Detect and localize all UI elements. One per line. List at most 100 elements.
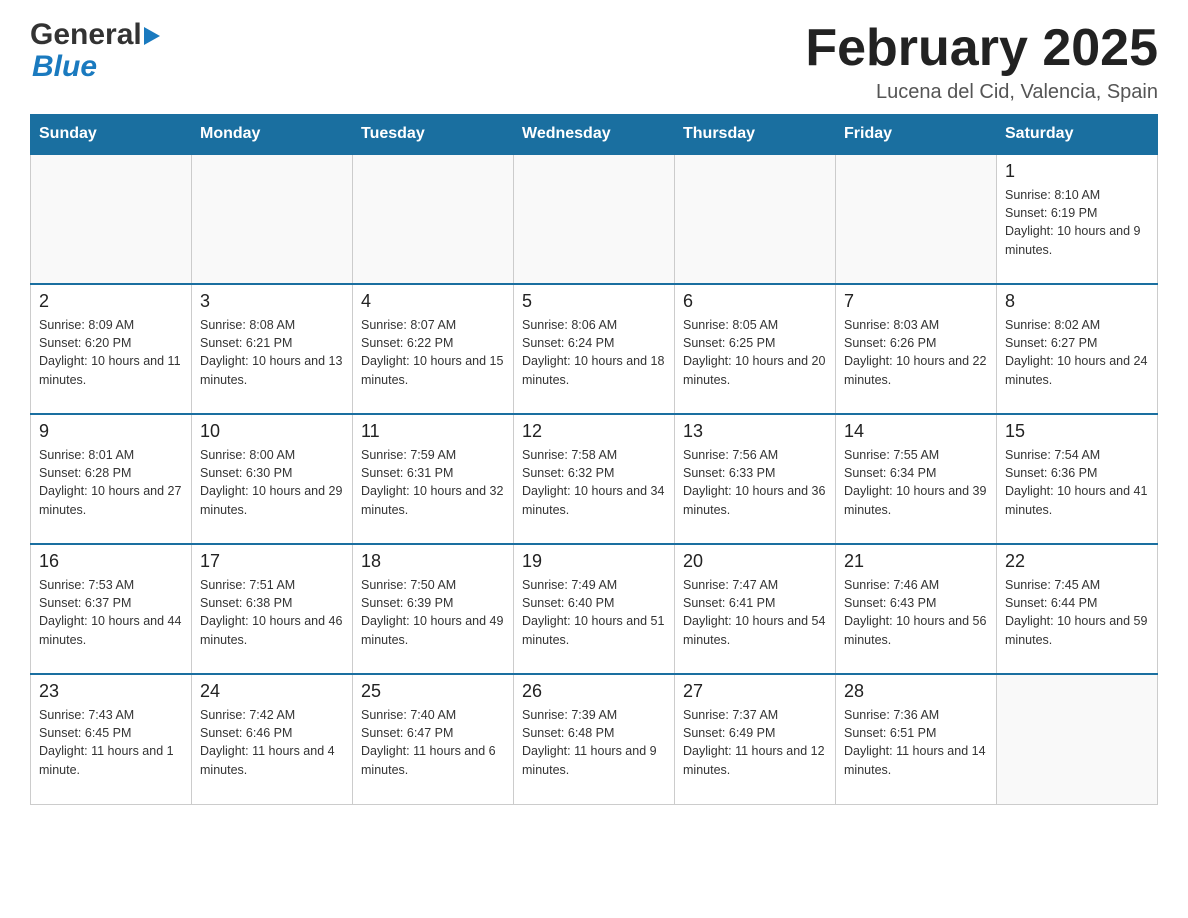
calendar-day-cell: 23Sunrise: 7:43 AM Sunset: 6:45 PM Dayli… [31, 674, 192, 804]
calendar-empty-cell [836, 154, 997, 284]
day-info: Sunrise: 7:50 AM Sunset: 6:39 PM Dayligh… [361, 576, 505, 649]
day-number: 21 [844, 551, 988, 572]
day-number: 19 [522, 551, 666, 572]
logo-general-text: General [30, 20, 142, 50]
calendar-day-cell: 15 Sunrise: 7:54 AM Sunset: 6:36 PM Dayli… [997, 414, 1158, 544]
calendar-day-cell: 21 Sunrise: 7:46 AM Sunset: 6:43 PM Dayli… [836, 544, 997, 674]
day-info: Sunrise: 7:56 AM Sunset: 6:33 PM Dayligh… [683, 446, 827, 519]
calendar-day-cell: 4 Sunrise: 8:07 AM Sunset: 6:22 PM Daylig… [353, 284, 514, 414]
day-number: 22 [1005, 551, 1149, 572]
weekday-header-saturday: Saturday [997, 115, 1158, 155]
day-number: 24 [200, 681, 344, 702]
day-info: Sunrise: 7:45 AM Sunset: 6:44 PM Dayligh… [1005, 576, 1149, 649]
day-info: Sunrise: 7:36 AM Sunset: 6:51 PM Dayligh… [844, 706, 988, 779]
calendar-day-cell: 8 Sunrise: 8:02 AM Sunset: 6:27 PM Daylig… [997, 284, 1158, 414]
day-number: 10 [200, 421, 344, 442]
calendar-day-cell: 7 Sunrise: 8:03 AM Sunset: 6:26 PM Daylig… [836, 284, 997, 414]
calendar-day-cell: 25 Sunrise: 7:40 AM Sunset: 6:47 PM Dayli… [353, 674, 514, 804]
calendar-day-cell: 2 Sunrise: 8:09 AM Sunset: 6:20 PM Daylig… [31, 284, 192, 414]
day-number: 28 [844, 681, 988, 702]
weekday-header-wednesday: Wednesday [514, 115, 675, 155]
calendar-week-row: 23Sunrise: 7:43 AM Sunset: 6:45 PM Dayli… [31, 674, 1158, 804]
calendar-day-cell: 17 Sunrise: 7:51 AM Sunset: 6:38 PM Dayli… [192, 544, 353, 674]
day-info: Sunrise: 7:42 AM Sunset: 6:46 PM Dayligh… [200, 706, 344, 779]
day-info: Sunrise: 7:39 AM Sunset: 6:48 PM Dayligh… [522, 706, 666, 779]
calendar-day-cell: 3 Sunrise: 8:08 AM Sunset: 6:21 PM Daylig… [192, 284, 353, 414]
weekday-header-sunday: Sunday [31, 115, 192, 155]
day-number: 15 [1005, 421, 1149, 442]
day-number: 12 [522, 421, 666, 442]
day-info: Sunrise: 8:10 AM Sunset: 6:19 PM Dayligh… [1005, 186, 1149, 259]
day-number: 6 [683, 291, 827, 312]
calendar-day-cell: 1 Sunrise: 8:10 AM Sunset: 6:19 PM Daylig… [997, 154, 1158, 284]
calendar-day-cell: 6 Sunrise: 8:05 AM Sunset: 6:25 PM Daylig… [675, 284, 836, 414]
calendar-empty-cell [353, 154, 514, 284]
calendar-empty-cell [997, 674, 1158, 804]
day-number: 7 [844, 291, 988, 312]
day-info: Sunrise: 7:40 AM Sunset: 6:47 PM Dayligh… [361, 706, 505, 779]
day-number: 1 [1005, 161, 1149, 182]
calendar-day-cell: 18 Sunrise: 7:50 AM Sunset: 6:39 PM Dayli… [353, 544, 514, 674]
weekday-header-tuesday: Tuesday [353, 115, 514, 155]
day-number: 18 [361, 551, 505, 572]
day-info: Sunrise: 7:37 AM Sunset: 6:49 PM Dayligh… [683, 706, 827, 779]
day-info: Sunrise: 7:51 AM Sunset: 6:38 PM Dayligh… [200, 576, 344, 649]
calendar-day-cell: 9 Sunrise: 8:01 AM Sunset: 6:28 PM Daylig… [31, 414, 192, 544]
calendar-week-row: 9 Sunrise: 8:01 AM Sunset: 6:28 PM Daylig… [31, 414, 1158, 544]
logo-triangle-icon [144, 27, 160, 45]
day-number: 14 [844, 421, 988, 442]
logo-blue-label: Blue [32, 50, 97, 83]
day-number: 3 [200, 291, 344, 312]
calendar-day-cell: 24 Sunrise: 7:42 AM Sunset: 6:46 PM Dayli… [192, 674, 353, 804]
day-info: Sunrise: 7:49 AM Sunset: 6:40 PM Dayligh… [522, 576, 666, 649]
calendar-day-cell: 10Sunrise: 8:00 AM Sunset: 6:30 PM Dayli… [192, 414, 353, 544]
day-number: 9 [39, 421, 183, 442]
calendar-day-cell: 14 Sunrise: 7:55 AM Sunset: 6:34 PM Dayli… [836, 414, 997, 544]
day-info: Sunrise: 7:54 AM Sunset: 6:36 PM Dayligh… [1005, 446, 1149, 519]
calendar-table: SundayMondayTuesdayWednesdayThursdayFrid… [30, 114, 1158, 805]
calendar-day-cell: 20Sunrise: 7:47 AM Sunset: 6:41 PM Dayli… [675, 544, 836, 674]
location-subtitle: Lucena del Cid, Valencia, Spain [805, 81, 1158, 104]
day-number: 23 [39, 681, 183, 702]
day-info: Sunrise: 7:55 AM Sunset: 6:34 PM Dayligh… [844, 446, 988, 519]
weekday-header-monday: Monday [192, 115, 353, 155]
month-title: February 2025 [805, 20, 1158, 77]
calendar-day-cell: 11Sunrise: 7:59 AM Sunset: 6:31 PM Dayli… [353, 414, 514, 544]
day-info: Sunrise: 8:02 AM Sunset: 6:27 PM Dayligh… [1005, 316, 1149, 389]
day-number: 25 [361, 681, 505, 702]
calendar-day-cell: 28 Sunrise: 7:36 AM Sunset: 6:51 PM Dayli… [836, 674, 997, 804]
page-header: General Blue February 2025 Lucena del Ci… [30, 20, 1158, 104]
day-number: 4 [361, 291, 505, 312]
calendar-day-cell: 12 Sunrise: 7:58 AM Sunset: 6:32 PM Dayli… [514, 414, 675, 544]
day-info: Sunrise: 7:46 AM Sunset: 6:43 PM Dayligh… [844, 576, 988, 649]
day-info: Sunrise: 8:08 AM Sunset: 6:21 PM Dayligh… [200, 316, 344, 389]
calendar-day-cell: 27 Sunrise: 7:37 AM Sunset: 6:49 PM Dayli… [675, 674, 836, 804]
weekday-header-thursday: Thursday [675, 115, 836, 155]
logo: General Blue [30, 20, 162, 84]
title-block: February 2025 Lucena del Cid, Valencia, … [805, 20, 1158, 104]
calendar-day-cell: 5 Sunrise: 8:06 AM Sunset: 6:24 PM Daylig… [514, 284, 675, 414]
day-number: 2 [39, 291, 183, 312]
calendar-empty-cell [514, 154, 675, 284]
day-info: Sunrise: 8:03 AM Sunset: 6:26 PM Dayligh… [844, 316, 988, 389]
calendar-header-row: SundayMondayTuesdayWednesdayThursdayFrid… [31, 115, 1158, 155]
day-number: 20 [683, 551, 827, 572]
day-info: Sunrise: 8:09 AM Sunset: 6:20 PM Dayligh… [39, 316, 183, 389]
day-number: 17 [200, 551, 344, 572]
calendar-empty-cell [192, 154, 353, 284]
calendar-day-cell: 13Sunrise: 7:56 AM Sunset: 6:33 PM Dayli… [675, 414, 836, 544]
day-number: 5 [522, 291, 666, 312]
weekday-header-friday: Friday [836, 115, 997, 155]
calendar-day-cell: 26Sunrise: 7:39 AM Sunset: 6:48 PM Dayli… [514, 674, 675, 804]
day-info: Sunrise: 8:01 AM Sunset: 6:28 PM Dayligh… [39, 446, 183, 519]
calendar-day-cell: 22 Sunrise: 7:45 AM Sunset: 6:44 PM Dayli… [997, 544, 1158, 674]
day-info: Sunrise: 8:06 AM Sunset: 6:24 PM Dayligh… [522, 316, 666, 389]
day-info: Sunrise: 7:58 AM Sunset: 6:32 PM Dayligh… [522, 446, 666, 519]
day-number: 8 [1005, 291, 1149, 312]
calendar-day-cell: 19 Sunrise: 7:49 AM Sunset: 6:40 PM Dayli… [514, 544, 675, 674]
calendar-empty-cell [675, 154, 836, 284]
day-number: 16 [39, 551, 183, 572]
day-number: 27 [683, 681, 827, 702]
day-info: Sunrise: 8:05 AM Sunset: 6:25 PM Dayligh… [683, 316, 827, 389]
day-info: Sunrise: 8:07 AM Sunset: 6:22 PM Dayligh… [361, 316, 505, 389]
